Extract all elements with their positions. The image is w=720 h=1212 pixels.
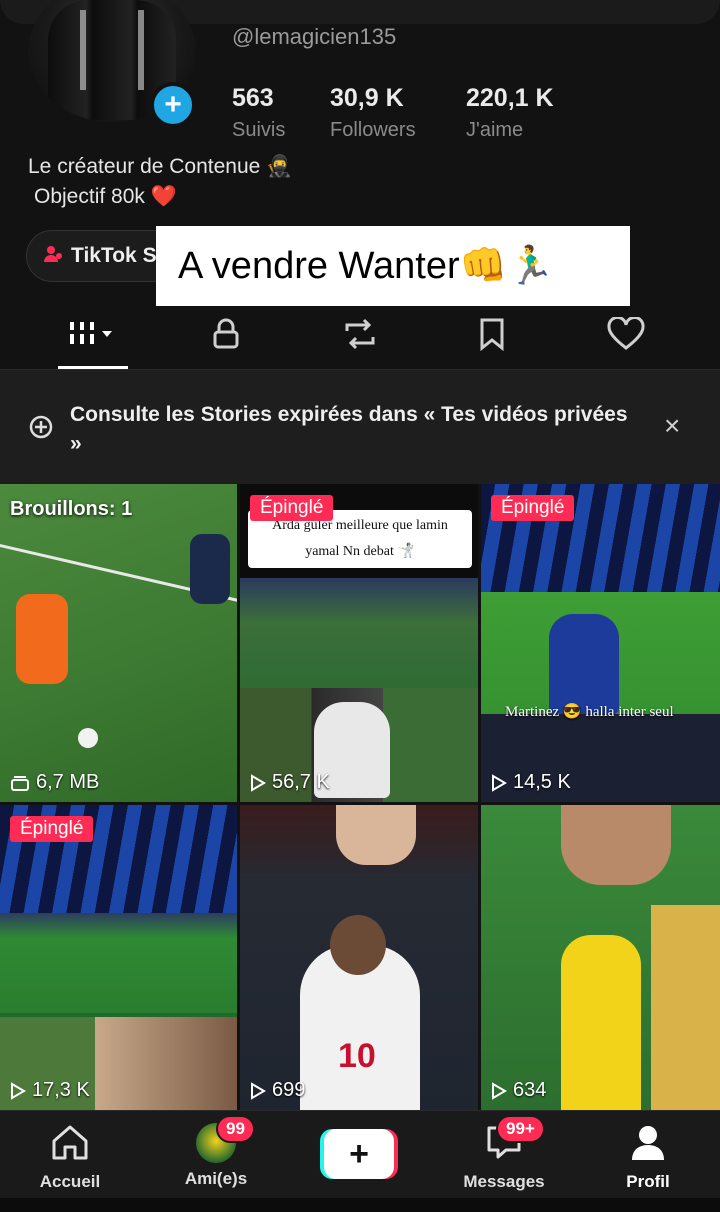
nav-home[interactable]: Accueil [10, 1123, 130, 1192]
repost-icon [345, 318, 375, 350]
lock-icon [213, 318, 239, 349]
stories-notice[interactable]: Consulte les Stories expirées dans « Tes… [0, 370, 720, 484]
view-count: 634 [491, 1079, 546, 1102]
video-thumbnail[interactable]: Brouillons: 1 6,7 MB [0, 484, 237, 802]
player-figure [561, 935, 641, 1110]
view-count: 14,5 K [491, 771, 571, 794]
view-count-text: 17,3 K [32, 1079, 90, 1101]
add-story-button[interactable]: + [150, 82, 196, 128]
nav-label: Accueil [39, 1172, 101, 1191]
player-figure [16, 594, 68, 684]
video-thumbnail[interactable]: 634 [481, 805, 720, 1110]
video-thumbnail[interactable]: 10 699 [240, 805, 478, 1110]
play-icon [251, 1081, 266, 1100]
player-figure [190, 534, 230, 604]
story-clock-icon [28, 414, 54, 445]
nav-label: Ami(e)s [184, 1169, 248, 1188]
player-figure [651, 905, 720, 1110]
player-head [330, 915, 386, 975]
pinned-badge: Épinglé [10, 816, 94, 842]
stat-followers[interactable]: 30,9 K Followers [330, 84, 416, 142]
nav-label: Profil [626, 1172, 670, 1191]
tab-reposts[interactable] [330, 312, 390, 356]
plus-icon: + [324, 1129, 394, 1179]
tab-liked[interactable] [596, 312, 656, 356]
tab-favorites[interactable] [462, 312, 522, 356]
stat-label: J'aime [466, 119, 524, 141]
nav-label: Messages [463, 1172, 545, 1191]
play-icon [492, 1081, 507, 1100]
face-image [561, 805, 671, 885]
tab-videos[interactable] [62, 312, 122, 356]
view-count-text: 14,5 K [513, 771, 571, 793]
video-thumbnail[interactable]: Épinglé 17,3 K [0, 805, 237, 1110]
jersey-number: 10 [338, 1037, 376, 1075]
view-count-text: 699 [272, 1079, 306, 1101]
friends-badge: 99 [216, 1115, 255, 1143]
play-icon [492, 773, 507, 792]
stat-label: Suivis [232, 119, 286, 141]
bio-line: Le créateur de Contenue 🥷 [28, 155, 293, 178]
video-grid: Brouillons: 1 6,7 MB Arda guler meilleur… [0, 484, 720, 1110]
view-count: 699 [250, 1079, 305, 1102]
system-bar [0, 1198, 720, 1212]
play-icon [11, 1081, 26, 1100]
profile-icon [632, 1126, 664, 1160]
stat-likes[interactable]: 220,1 K J'aime [466, 84, 554, 142]
overlay-caption: A vendre Wanter👊🏃‍♂️ [156, 226, 630, 306]
stat-value: 563 [232, 84, 274, 112]
pinned-badge: Épinglé [491, 495, 575, 521]
home-icon [52, 1125, 88, 1160]
tab-private[interactable] [196, 312, 256, 356]
pitch-image [0, 913, 237, 1013]
profile-tabs [0, 306, 720, 370]
stadium-image [240, 578, 478, 688]
create-button[interactable]: + [320, 1129, 398, 1179]
ball [78, 728, 98, 748]
username: @lemagicien135 [232, 24, 397, 49]
bio-line: Objectif 80k ❤️ [34, 185, 177, 208]
bio: Le créateur de Contenue 🥷 Objectif 80k ❤… [28, 152, 292, 212]
view-count-text: 56,7 K [272, 771, 330, 793]
video-size: 6,7 MB [10, 771, 99, 794]
storage-icon [11, 775, 29, 791]
drafts-label: Brouillons: 1 [10, 498, 133, 520]
bottom-nav: Accueil Ami(e)s 99 + Messages 99+ Profil [0, 1110, 720, 1198]
avatar-stripe [80, 10, 86, 90]
grid-icon [70, 322, 112, 344]
stat-label: Followers [330, 119, 416, 141]
nav-profile[interactable]: Profil [588, 1123, 708, 1192]
stat-following[interactable]: 563 Suivis [232, 84, 285, 142]
shop-user-icon [43, 244, 63, 269]
notice-text: Consulte les Stories expirées dans « Tes… [70, 403, 628, 455]
messages-badge: 99+ [496, 1115, 545, 1143]
play-icon [251, 773, 266, 792]
view-count-text: 634 [513, 1079, 547, 1101]
bookmark-icon [480, 318, 504, 351]
heart-icon [607, 317, 645, 350]
view-count: 56,7 K [250, 771, 330, 794]
stat-value: 220,1 K [466, 84, 554, 112]
video-size-text: 6,7 MB [36, 771, 100, 793]
video-thumbnail[interactable]: Arda guler meilleure que lamin yamal Nn … [240, 484, 478, 802]
shop-label: TikTok S [71, 244, 157, 267]
video-thumbnail[interactable]: Martinez 😎 halla inter seul Épinglé 14,5… [481, 484, 720, 802]
pinned-badge: Épinglé [250, 495, 334, 521]
video-caption: Martinez 😎 halla inter seul [505, 704, 674, 720]
view-count: 17,3 K [10, 1079, 90, 1102]
close-icon[interactable]: × [664, 412, 680, 440]
stat-value: 30,9 K [330, 84, 404, 112]
avatar-stripe [138, 10, 144, 90]
face-image [336, 805, 416, 865]
player-figure [549, 614, 619, 714]
